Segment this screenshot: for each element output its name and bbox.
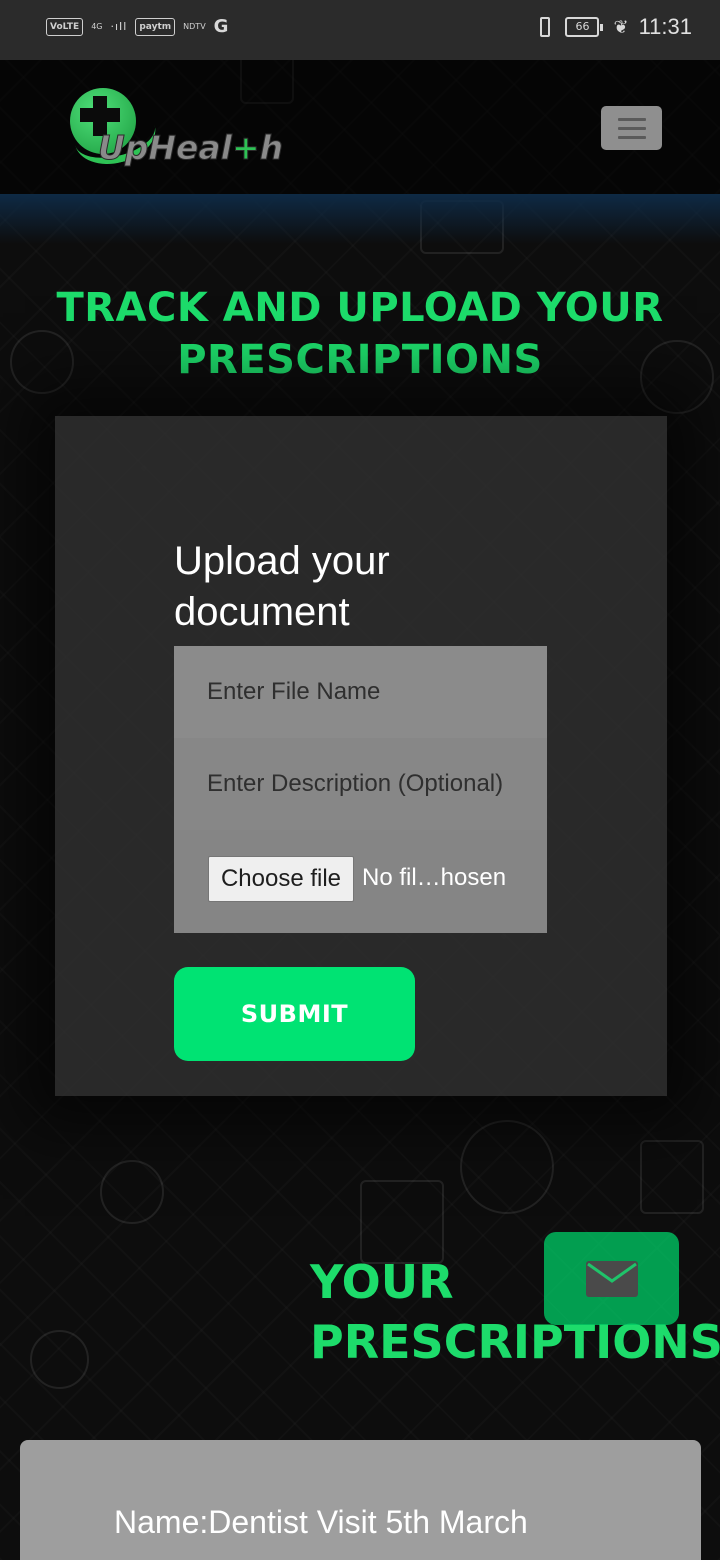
network-type: 4G bbox=[91, 22, 103, 31]
paytm-notification-icon: paytm bbox=[135, 17, 176, 36]
background-pattern-icon bbox=[100, 1160, 164, 1224]
volte-badge: VoLTE bbox=[46, 17, 84, 36]
clock: 11:31 bbox=[638, 14, 692, 39]
prescription-card[interactable]: Name:Dentist Visit 5th March bbox=[20, 1440, 701, 1560]
status-bar: VoLTE 4G ·ıIl paytm NDTV G 66 ❦ 11:31 bbox=[0, 0, 720, 60]
ndtv-notification-icon: NDTV bbox=[183, 22, 206, 31]
battery-saver-leaf-icon: ❦ bbox=[613, 16, 629, 38]
page: VoLTE 4G ·ıIl paytm NDTV G 66 ❦ 11:31 Up… bbox=[0, 0, 720, 1560]
hamburger-icon bbox=[617, 117, 646, 121]
background-pattern-icon bbox=[460, 1120, 554, 1214]
signal-strength-icon: ·ıIl bbox=[110, 20, 128, 33]
vibrate-icon bbox=[535, 16, 555, 38]
logo-text-prefix: UpHeal bbox=[98, 128, 233, 168]
battery-icon: 66 bbox=[565, 17, 604, 37]
background-pattern-icon bbox=[30, 1330, 89, 1389]
description-input[interactable] bbox=[174, 738, 547, 830]
upheal-logo[interactable]: UpHeal+h bbox=[68, 88, 310, 173]
contact-mail-button[interactable] bbox=[544, 1232, 679, 1325]
hamburger-menu-button[interactable] bbox=[601, 106, 662, 150]
navbar-divider bbox=[0, 194, 720, 244]
file-name-input[interactable] bbox=[174, 646, 547, 738]
file-status-text: No fil…hosen bbox=[362, 864, 507, 891]
logo-text: UpHeal+h bbox=[98, 128, 284, 168]
upload-form-title: Upload your document bbox=[174, 539, 390, 634]
page-title: TRACK AND UPLOAD YOUR PRESCRIPTIONS bbox=[56, 285, 664, 383]
prescription-name: Name:Dentist Visit 5th March bbox=[114, 1504, 528, 1540]
submit-button[interactable]: SUBMIT bbox=[174, 967, 415, 1061]
logo-text-suffix: h bbox=[259, 128, 284, 168]
battery-level: 66 bbox=[565, 17, 600, 37]
file-picker: Choose file No fil…hosen bbox=[174, 830, 547, 933]
choose-file-button[interactable]: Choose file bbox=[208, 856, 354, 902]
mail-icon bbox=[585, 1260, 638, 1297]
background-pattern-icon bbox=[640, 1140, 704, 1214]
g-notification-icon: G bbox=[213, 16, 229, 37]
logo-text-accent: + bbox=[232, 128, 261, 168]
